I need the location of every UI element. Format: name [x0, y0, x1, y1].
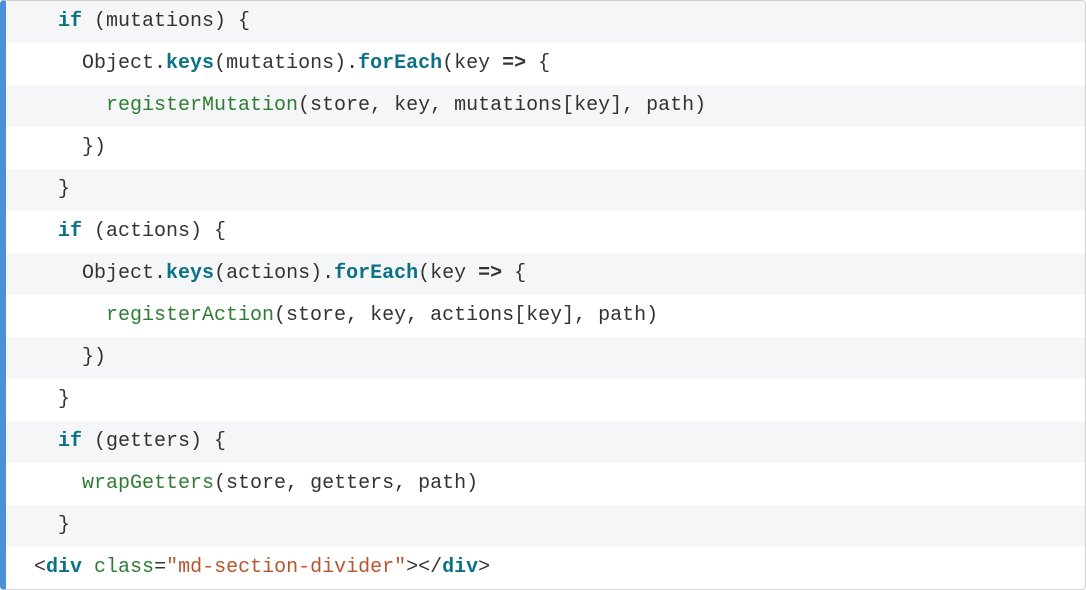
code-token: (key	[442, 52, 502, 75]
code-token: }	[58, 388, 70, 411]
code-token: Object	[82, 52, 154, 75]
code-line: if (getters) {	[6, 421, 1085, 463]
code-line: <div class="md-section-divider"></div>	[6, 547, 1085, 589]
code-line: }	[6, 169, 1085, 211]
code-token: {	[526, 52, 550, 75]
code-token: .	[154, 52, 166, 75]
code-line: registerMutation(store, key, mutations[k…	[6, 85, 1085, 127]
code-token: })	[82, 346, 106, 369]
code-line: })	[6, 127, 1085, 169]
code-token: if	[58, 430, 82, 453]
code-token: div	[46, 556, 82, 579]
code-token: (key	[418, 262, 478, 285]
code-token: (store, key, actions[key], path)	[274, 304, 658, 327]
code-token: {	[502, 262, 526, 285]
code-token: forEach	[358, 52, 442, 75]
code-token: if	[58, 10, 82, 33]
code-line: }	[6, 379, 1085, 421]
code-token: "md-section-divider"	[166, 556, 406, 579]
code-line: if (actions) {	[6, 211, 1085, 253]
code-token: (getters) {	[82, 430, 226, 453]
code-token: (mutations).	[214, 52, 358, 75]
code-token: class	[94, 556, 154, 579]
code-token: ></	[406, 556, 442, 579]
code-token	[82, 556, 94, 579]
code-token: })	[82, 136, 106, 159]
code-token: .	[154, 262, 166, 285]
code-line: Object.keys(mutations).forEach(key => {	[6, 43, 1085, 85]
code-token: =	[154, 556, 166, 579]
code-token: registerMutation	[106, 94, 298, 117]
code-token: keys	[166, 262, 214, 285]
code-token: (mutations) {	[82, 10, 250, 33]
code-token: registerAction	[106, 304, 274, 327]
code-line: if (mutations) {	[6, 1, 1085, 43]
code-token: if	[58, 220, 82, 243]
code-token: }	[58, 514, 70, 537]
code-token: }	[58, 178, 70, 201]
code-token: (store, key, mutations[key], path)	[298, 94, 706, 117]
code-token: forEach	[334, 262, 418, 285]
code-line: }	[6, 505, 1085, 547]
code-block: if (mutations) { Object.keys(mutations).…	[0, 0, 1086, 590]
code-line: wrapGetters(store, getters, path)	[6, 463, 1085, 505]
code-token: keys	[166, 52, 214, 75]
code-token: (actions).	[214, 262, 334, 285]
code-token: Object	[82, 262, 154, 285]
code-line: registerAction(store, key, actions[key],…	[6, 295, 1085, 337]
code-token: <	[34, 556, 46, 579]
code-line: })	[6, 337, 1085, 379]
code-token: div	[442, 556, 478, 579]
code-token: (actions) {	[82, 220, 226, 243]
code-line: Object.keys(actions).forEach(key => {	[6, 253, 1085, 295]
code-token: =>	[502, 52, 526, 75]
code-token: wrapGetters	[82, 472, 214, 495]
code-token: =>	[478, 262, 502, 285]
code-token: (store, getters, path)	[214, 472, 478, 495]
code-token: >	[478, 556, 490, 579]
